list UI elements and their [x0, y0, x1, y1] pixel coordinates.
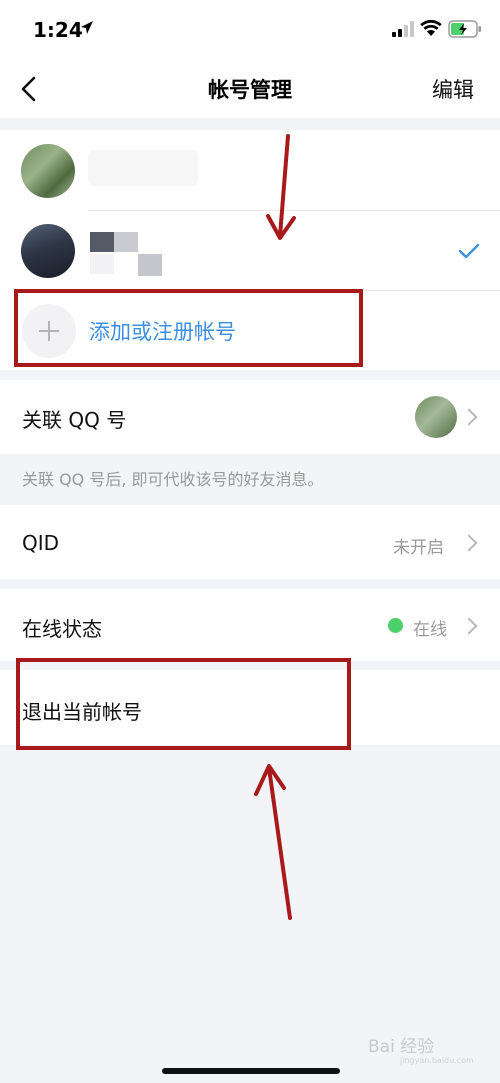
annotation-arrow-up-icon [254, 764, 292, 920]
cellular-signal-icon [392, 21, 414, 37]
status-time: 1:24 [33, 18, 83, 42]
location-arrow-icon [81, 21, 93, 34]
checkmark-icon [458, 243, 480, 259]
linked-qq-label: 关联 QQ 号 [22, 408, 127, 432]
edit-button[interactable]: 编辑 [432, 74, 474, 104]
avatar [21, 144, 75, 198]
online-status-label: 在线状态 [22, 617, 102, 641]
wifi-icon [420, 19, 442, 36]
baidu-watermark-url: jingyan.baidu.com [400, 1056, 474, 1065]
linked-qq-avatar [415, 396, 457, 438]
blurred-nickname [90, 228, 170, 278]
linked-qq-hint: 关联 QQ 号后, 即可代收该号的好友消息。 [22, 470, 324, 489]
qid-label: QID [22, 531, 60, 555]
online-status-dot [388, 618, 403, 633]
baidu-watermark: Bai 经验 [368, 1037, 435, 1057]
annotation-box-logout [16, 658, 351, 750]
annotation-box-add-account [14, 289, 363, 367]
battery-charging-icon [448, 20, 481, 38]
blurred-nickname [88, 150, 198, 186]
avatar [21, 224, 75, 278]
account-item[interactable] [0, 130, 500, 210]
annotation-arrow-down-icon [266, 134, 296, 240]
home-indicator [162, 1068, 340, 1074]
online-status-value: 在线 [413, 620, 447, 640]
qid-status-value: 未开启 [393, 538, 444, 558]
account-item-current[interactable] [0, 211, 500, 291]
page-title: 帐号管理 [208, 78, 292, 102]
